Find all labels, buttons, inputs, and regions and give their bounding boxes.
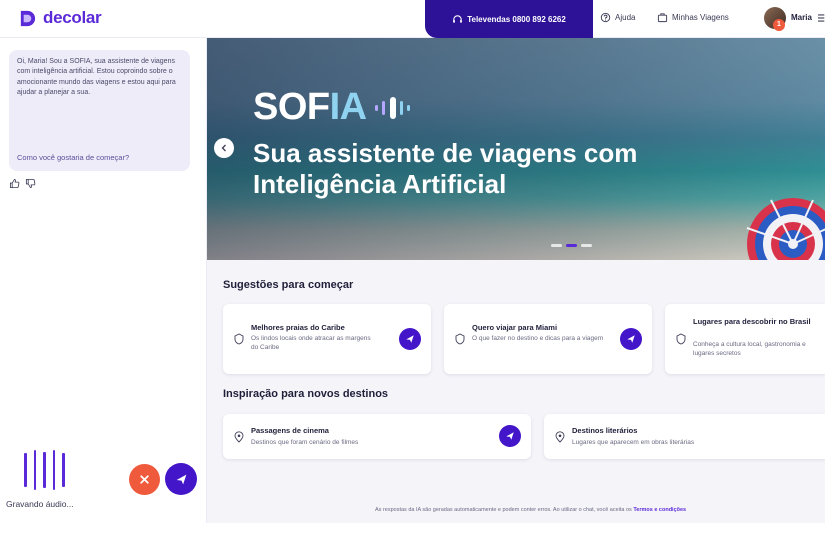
my-trips-label: Minhas Viagens — [672, 13, 729, 22]
suitcase-icon — [657, 13, 668, 23]
logo-text: decolar — [43, 8, 102, 27]
suggestion-card-title: Melhores praias do Caribe — [251, 323, 345, 332]
audio-waveform — [24, 450, 65, 490]
suggestion-send-button[interactable] — [620, 328, 642, 350]
waveform-bar — [33, 450, 36, 490]
sparkle-icon — [234, 333, 244, 345]
suggestions-title: Sugestões para começar — [223, 279, 354, 291]
inspiration-card-title: Destinos literários — [572, 426, 638, 435]
carousel-dot-active[interactable] — [566, 244, 577, 247]
disclaimer-text: As respostas da IA são geradas automatic… — [375, 507, 632, 513]
decolar-logo[interactable]: decolar — [18, 8, 102, 28]
terms-link[interactable]: Termos e condições — [633, 507, 686, 513]
inspiration-card[interactable]: Destinos literários Lugares que aparecem… — [544, 414, 825, 459]
top-header: decolar Televendas 0800 892 6262 Ajuda M… — [0, 0, 825, 38]
suggestion-card-title: Quero viajar para Miami — [472, 323, 558, 332]
hero-title: Sua assistente de viagens com Inteligênc… — [253, 138, 638, 199]
suggestion-card[interactable]: Quero viajar para Miami O que fazer no d… — [444, 304, 652, 374]
feedback-buttons — [9, 178, 36, 189]
recording-label: Gravando áudio... — [6, 499, 74, 509]
chevron-left-icon — [221, 144, 226, 152]
suggestion-card[interactable]: Melhores praias do Caribe Os lindos loca… — [223, 304, 431, 374]
inspiration-send-button[interactable] — [499, 425, 521, 447]
bottom-area — [0, 523, 825, 545]
thumbs-down-icon[interactable] — [25, 178, 36, 189]
suggestion-card-subtitle: Os lindos locais onde atracar as margens… — [251, 335, 371, 351]
thumbs-up-icon[interactable] — [9, 178, 20, 189]
cancel-recording-button[interactable] — [129, 464, 160, 495]
chat-panel: Oi, Maria! Sou a SOFIA, sua assistente d… — [0, 38, 207, 523]
inspiration-card-subtitle: Destinos que foram cenário de filmes — [251, 439, 359, 446]
sofia-logo-text: SOF — [253, 86, 330, 128]
inspiration-card-title: Passagens de cinema — [251, 426, 329, 435]
waveform-bar — [24, 453, 27, 487]
help-icon — [600, 12, 611, 23]
sofia-logo-ia: IA — [329, 86, 368, 128]
assistant-question: Como você gostaria de começar? — [17, 153, 130, 162]
help-link[interactable]: Ajuda — [600, 12, 635, 23]
inspiration-card[interactable]: Passagens de cinema Destinos que foram c… — [223, 414, 531, 459]
waveform-bar — [52, 450, 55, 490]
location-pin-icon — [555, 431, 565, 443]
send-icon — [627, 335, 635, 343]
send-icon — [406, 335, 414, 343]
carousel-dot[interactable] — [581, 244, 592, 247]
assistant-message: Oi, Maria! Sou a SOFIA, sua assistente d… — [9, 50, 190, 171]
close-icon — [140, 475, 149, 484]
my-trips-link[interactable]: Minhas Viagens — [657, 12, 729, 23]
inspiration-title: Inspiração para novos destinos — [223, 388, 389, 400]
decolar-logo-icon — [20, 10, 36, 26]
carousel-dot[interactable] — [551, 244, 562, 247]
inspiration-card-subtitle: Lugares que aparecem em obras literárias — [572, 439, 695, 446]
voice-wave-icon — [374, 96, 410, 119]
ai-disclaimer: As respostas da IA são geradas automatic… — [375, 507, 686, 513]
waveform-bar — [62, 453, 65, 487]
help-label: Ajuda — [615, 13, 636, 22]
user-name[interactable]: Maria — [791, 13, 812, 22]
phone-label: Televendas 0800 892 6262 — [467, 14, 566, 24]
sofia-logo: SOF IA — [253, 86, 417, 129]
sparkle-icon — [676, 333, 686, 345]
carousel-indicators — [551, 244, 592, 247]
location-pin-icon — [234, 431, 244, 443]
send-icon — [176, 474, 186, 484]
assistant-greeting: Oi, Maria! Sou a SOFIA, sua assistente d… — [17, 58, 176, 97]
send-icon — [506, 432, 514, 440]
menu-icon[interactable] — [818, 13, 825, 23]
suggestion-card-title: Lugares para descobrir no Brasil — [693, 317, 811, 326]
suggestion-card-subtitle: Conheça a cultura local, gastronomia e l… — [693, 341, 806, 357]
waveform-bar — [43, 452, 46, 488]
suggestion-card[interactable]: Lugares para descobrir no Brasil Conheça… — [665, 304, 825, 374]
sparkle-icon — [455, 333, 465, 345]
send-audio-button[interactable] — [165, 463, 197, 495]
main-content: SOF IA Sua assistente de viagens com Inte… — [207, 38, 825, 523]
suggestion-card-subtitle: O que fazer no destino e dicas para a vi… — [472, 335, 604, 342]
headset-icon — [453, 14, 463, 23]
suggestion-send-button[interactable] — [399, 328, 421, 350]
notification-badge: 1 — [773, 19, 785, 31]
carousel-prev-button[interactable] — [214, 138, 234, 158]
beach-umbrella-image — [746, 198, 825, 260]
hero-banner: SOF IA Sua assistente de viagens com Inte… — [207, 38, 825, 260]
televendas-phone[interactable]: Televendas 0800 892 6262 — [425, 0, 593, 38]
